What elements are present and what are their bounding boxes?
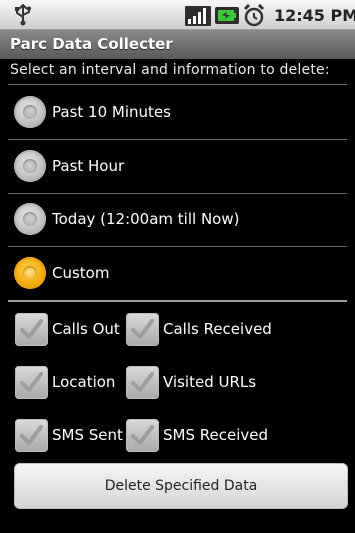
section-divider [8, 300, 347, 302]
radio-button[interactable] [14, 96, 46, 128]
radio-button[interactable] [14, 150, 46, 182]
checkbox[interactable] [126, 418, 159, 452]
usb-icon [15, 4, 31, 26]
checkmark-icon [131, 371, 154, 392]
radio-button-selected[interactable] [14, 257, 46, 289]
checkbox-label: SMS Received [163, 426, 268, 444]
divider [8, 139, 347, 140]
divider [8, 246, 347, 247]
interval-option-past-10-minutes[interactable]: Past 10 Minutes [14, 94, 171, 130]
divider [8, 193, 347, 194]
checkbox[interactable] [15, 365, 48, 399]
checkbox[interactable] [126, 365, 159, 399]
checkmark-icon [20, 318, 43, 339]
alarm-icon [243, 4, 265, 27]
checkmark-icon [131, 318, 154, 339]
clock: 12:45 PM [274, 6, 355, 25]
interval-label: Today (12:00am till Now) [52, 210, 240, 228]
checkbox-location[interactable]: Location [15, 365, 115, 399]
checkbox-calls-out[interactable]: Calls Out [15, 312, 120, 346]
delete-specified-data-button[interactable]: Delete Specified Data [14, 463, 348, 509]
checkbox[interactable] [126, 312, 159, 346]
checkbox-label: SMS Sent [52, 426, 123, 444]
checkmark-icon [20, 371, 43, 392]
interval-label: Past 10 Minutes [52, 103, 171, 121]
interval-label: Custom [52, 264, 110, 282]
interval-option-past-hour[interactable]: Past Hour [14, 148, 124, 184]
checkmark-icon [20, 424, 43, 445]
checkbox-label: Calls Received [163, 320, 272, 338]
checkbox-label: Visited URLs [163, 373, 257, 391]
interval-option-today[interactable]: Today (12:00am till Now) [14, 201, 239, 237]
divider [8, 84, 347, 85]
interval-label: Past Hour [52, 157, 125, 175]
checkmark-icon [131, 424, 154, 445]
checkbox-sms-sent[interactable]: SMS Sent [15, 418, 123, 452]
status-bar: 12:45 PM [0, 0, 355, 30]
checkbox-visited-urls[interactable]: Visited URLs [126, 365, 256, 399]
instruction-text: Select an interval and information to de… [10, 62, 330, 78]
radio-button[interactable] [14, 203, 46, 235]
battery-icon [215, 7, 239, 24]
checkbox[interactable] [15, 312, 48, 346]
checkbox[interactable] [15, 418, 48, 452]
checkbox-sms-received[interactable]: SMS Received [126, 418, 268, 452]
signal-icon [185, 6, 211, 26]
checkbox-label: Calls Out [52, 320, 120, 338]
checkbox-label: Location [52, 373, 116, 391]
interval-option-custom[interactable]: Custom [14, 255, 109, 291]
app-title: Parc Data Collecter [0, 30, 355, 59]
bottom-edge [0, 521, 355, 533]
checkbox-calls-received[interactable]: Calls Received [126, 312, 272, 346]
